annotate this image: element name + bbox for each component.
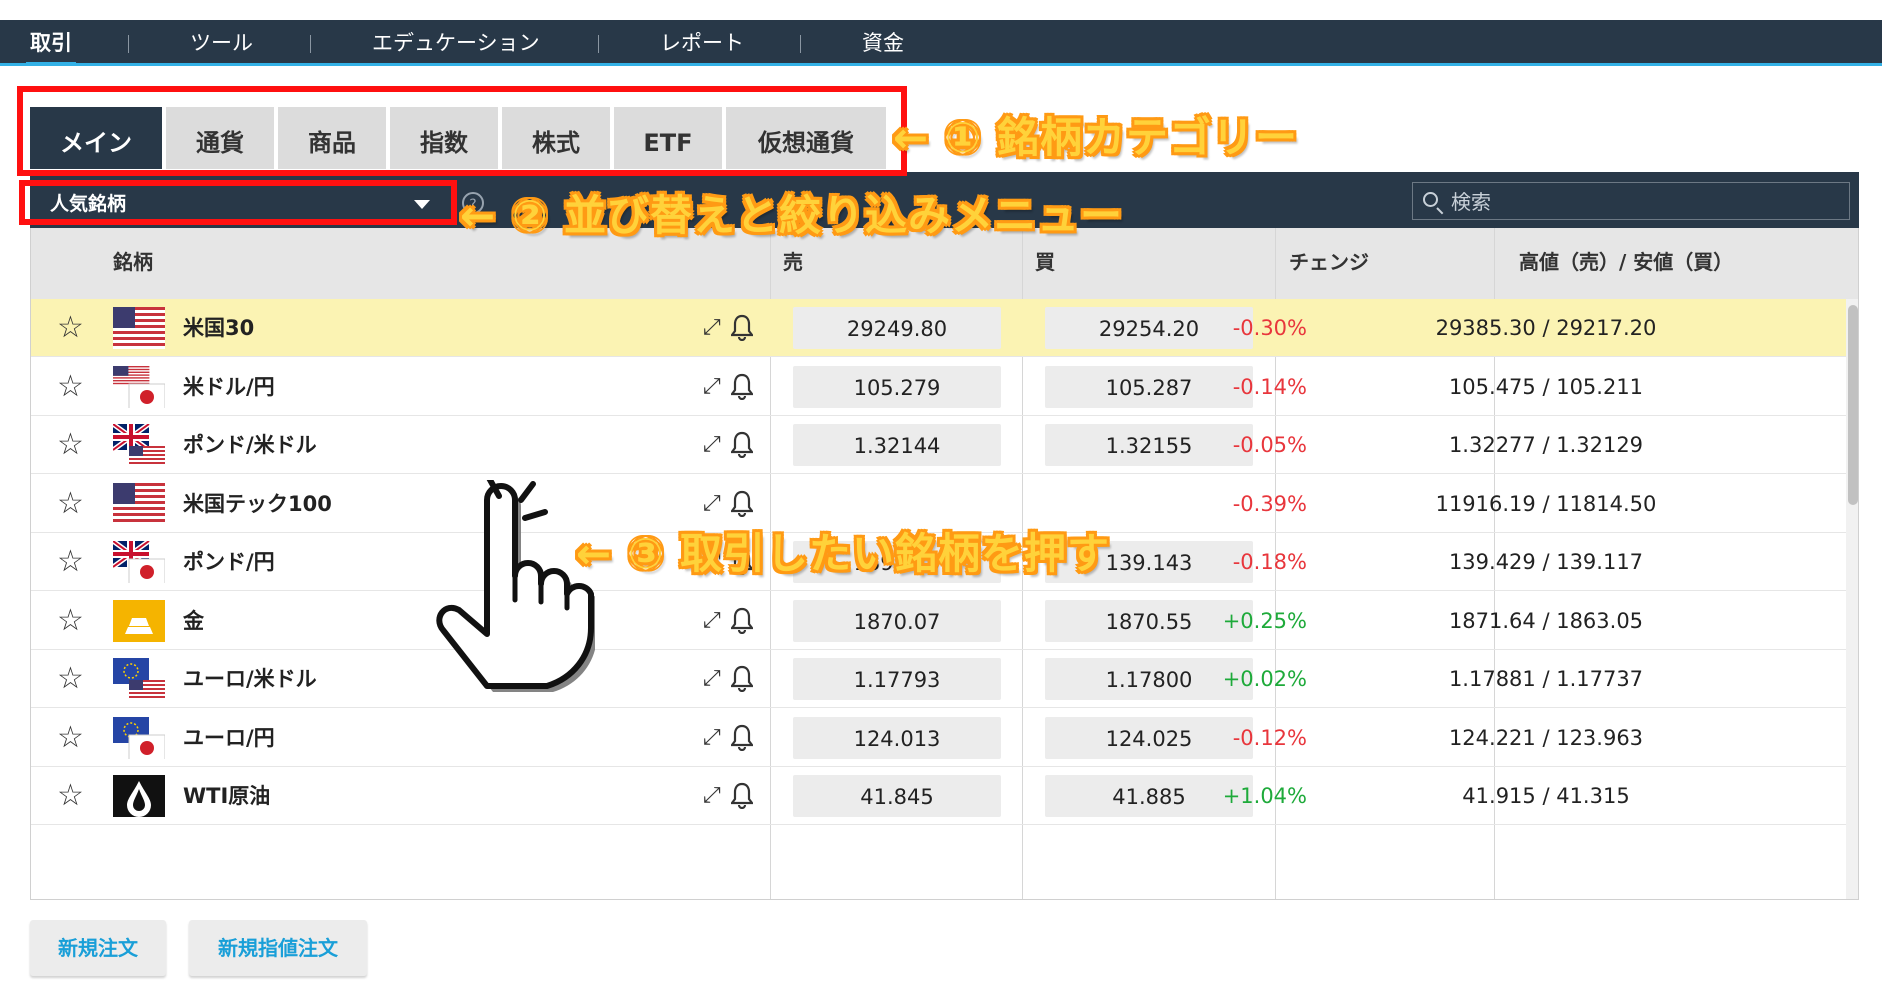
expand-icon[interactable]: ⤢ [703, 374, 721, 400]
bell-icon[interactable] [731, 489, 753, 517]
bell-icon[interactable] [731, 372, 753, 400]
bell-icon[interactable] [731, 606, 753, 634]
expand-icon[interactable]: ⤢ [703, 315, 721, 341]
nav-item-report[interactable]: レポート [660, 20, 744, 63]
vertical-scrollbar[interactable] [1846, 299, 1858, 899]
instrument-name[interactable]: ユーロ/米ドル [183, 664, 317, 694]
flag-icon [113, 307, 165, 349]
bell-icon[interactable] [731, 313, 753, 341]
star-icon[interactable]: ☆ [57, 311, 84, 345]
new-order-button[interactable]: 新規注文 [30, 920, 166, 976]
nav-separator [598, 35, 599, 53]
annotation-box-categories [17, 86, 907, 176]
star-icon[interactable]: ☆ [57, 720, 84, 755]
star-icon[interactable]: ☆ [57, 369, 84, 404]
nav-item-education[interactable]: エデュケーション [372, 20, 540, 63]
expand-icon[interactable]: ⤢ [703, 491, 721, 517]
table-row[interactable]: ☆ 金 ⤢ 1870.07 1870.55 +0.25% 1871.64 / 1863.05 [31, 592, 1846, 650]
high-low: 1871.64 / 1863.05 [1448, 608, 1644, 633]
sell-price[interactable]: 29249.80 [793, 307, 1001, 349]
header-high-low[interactable]: 高値（売）/ 安値（買） [1519, 228, 1733, 299]
flag-icon [113, 365, 165, 408]
table-row[interactable]: ☆ WTI原油 ⤢ 41.845 41.885 +1.04% 41.915 / 41.315 [31, 767, 1846, 825]
sell-price[interactable]: 105.279 [793, 365, 1001, 408]
instrument-name[interactable]: 米ドル/円 [183, 372, 275, 402]
nav-separator [310, 35, 311, 53]
header-symbol[interactable]: 銘柄 [113, 228, 153, 299]
table-row[interactable]: ☆ ユーロ/円 ⤢ 124.013 124.025 -0.12% 124.221 / 123… [31, 709, 1846, 767]
star-icon[interactable]: ☆ [57, 428, 84, 462]
search-icon [1423, 192, 1438, 207]
instrument-name[interactable]: 金 [183, 606, 204, 636]
sell-price[interactable]: 1870.07 [793, 599, 1001, 642]
expand-icon[interactable]: ⤢ [703, 666, 721, 692]
sell-price[interactable]: 1.32144 [793, 424, 1001, 466]
flag-icon [113, 424, 165, 466]
instrument-name[interactable]: ポンド/米ドル [183, 430, 317, 460]
table-row[interactable]: ☆ 米国30 ⤢ 29249.80 29254.20 -0.30% 29385.30 / 2… [31, 299, 1846, 357]
expand-icon[interactable]: ⤢ [703, 432, 721, 458]
flag-icon [113, 541, 165, 583]
high-low: 1.32277 / 1.32129 [1448, 433, 1644, 457]
table-row[interactable]: ☆ ポンド/米ドル ⤢ 1.32144 1.32155 -0.05% 1.32277 / 1… [31, 416, 1846, 474]
nav-item-funds[interactable]: 資金 [862, 20, 904, 63]
nav-separator [800, 35, 801, 53]
sell-price[interactable]: 124.013 [793, 716, 1001, 759]
annotation-sort-filter: ← ② 並び替えと絞り込みメニュー [460, 191, 1123, 240]
table-row[interactable]: ☆ ユーロ/米ドル ⤢ 1.17793 1.17800 +0.02% 1.17881 / 1… [31, 650, 1846, 708]
high-low: 105.475 / 105.211 [1448, 374, 1644, 399]
nav-item-trade[interactable]: 取引 [26, 20, 76, 66]
flag-icon [113, 482, 165, 525]
scrollbar-thumb[interactable] [1848, 305, 1858, 505]
star-icon[interactable]: ☆ [57, 662, 84, 696]
bell-icon[interactable] [731, 664, 753, 692]
sell-price[interactable]: 1.17793 [793, 658, 1001, 700]
instrument-name[interactable]: WTI原油 [183, 781, 270, 811]
star-icon[interactable]: ☆ [57, 603, 84, 638]
star-icon[interactable]: ☆ [57, 545, 84, 579]
star-icon[interactable]: ☆ [57, 779, 84, 813]
pointing-hand-icon [436, 480, 595, 692]
expand-icon[interactable]: ⤢ [703, 725, 721, 751]
high-low: 41.915 / 41.315 [1462, 784, 1630, 808]
instrument-name[interactable]: 米国テック100 [183, 489, 332, 519]
instrument-name[interactable]: ユーロ/円 [183, 723, 275, 753]
top-navigation: 取引 ツール エデュケーション レポート 資金 [0, 20, 1882, 66]
star-icon[interactable]: ☆ [57, 486, 84, 521]
bell-icon[interactable] [731, 723, 753, 751]
expand-icon[interactable]: ⤢ [703, 783, 721, 809]
flag-icon [113, 716, 165, 759]
flag-icon [113, 775, 165, 817]
high-low: 11916.19 / 11814.50 [1435, 491, 1657, 516]
high-low: 29385.30 / 29217.20 [1435, 316, 1657, 340]
high-low: 1.17881 / 1.17737 [1448, 667, 1644, 691]
search-input[interactable] [1449, 185, 1833, 219]
instrument-name[interactable]: ポンド/円 [183, 547, 275, 577]
flag-icon [113, 599, 165, 642]
high-low: 124.221 / 123.963 [1448, 725, 1644, 750]
annotation-box-dropdown [19, 180, 457, 225]
header-change[interactable]: チェンジ [1289, 228, 1369, 299]
bell-icon[interactable] [731, 430, 753, 458]
search-box[interactable] [1412, 182, 1850, 220]
bell-icon[interactable] [731, 781, 753, 809]
new-limit-order-button[interactable]: 新規指値注文 [189, 920, 367, 976]
table-row[interactable]: ☆ 米ドル/円 ⤢ 105.279 105.287 -0.14% 105.475 / 105… [31, 358, 1846, 416]
expand-icon[interactable]: ⤢ [703, 608, 721, 634]
high-low: 139.429 / 139.117 [1448, 550, 1644, 574]
instrument-name[interactable]: 米国30 [183, 313, 254, 343]
nav-separator [128, 35, 129, 53]
nav-item-tools[interactable]: ツール [190, 20, 253, 63]
annotation-categories: ← ① 銘柄カテゴリー [893, 113, 1298, 162]
sell-price[interactable]: 41.845 [793, 775, 1001, 817]
annotation-select-instrument: ← ③ 取引したい銘柄を押す [576, 529, 1110, 578]
flag-icon [113, 658, 165, 700]
